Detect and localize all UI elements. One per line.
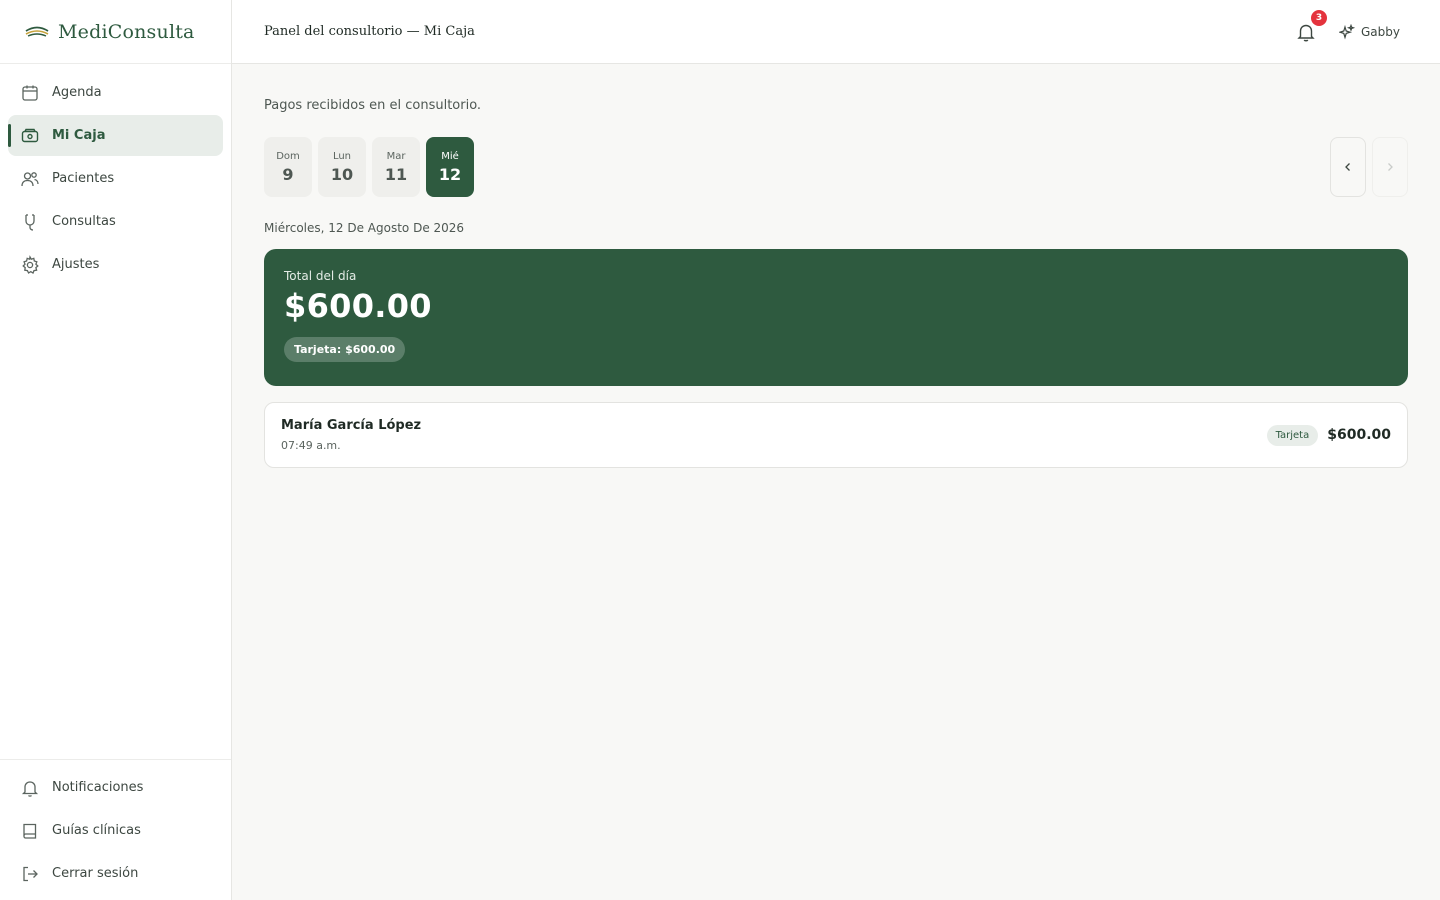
main-area: Panel del consultorio — Mi Caja 3 Gabby [232, 0, 1440, 900]
user-name: Gabby [1361, 24, 1400, 39]
day-selector-row: Dom 9 Lun 10 Mar 11 Mié 12 [264, 137, 1408, 197]
payment-info: María García López 07:49 a.m. [281, 418, 421, 452]
payment-breakdown-pill: Tarjeta: $600.00 [284, 337, 406, 362]
payment-time: 07:49 a.m. [281, 439, 341, 452]
day-selector: Dom 9 Lun 10 Mar 11 Mié 12 [264, 137, 474, 197]
sidebar-item-label: Agenda [52, 85, 102, 100]
chevron-left-icon [1345, 163, 1350, 171]
day-name: Lun [332, 150, 352, 162]
selected-date: Miércoles, 12 De Agosto De 2026 [264, 221, 465, 235]
brand[interactable]: MediConsulta [0, 0, 231, 64]
sidebar-item-pacientes[interactable]: Pacientes [8, 158, 223, 199]
logout-icon [23, 866, 38, 881]
sidebar-nav: Agenda Mi Caja Pacientes Consultas Ajust… [0, 64, 231, 293]
sparkle-icon [1339, 23, 1355, 39]
logo-icon [25, 26, 49, 37]
day-number: 11 [384, 164, 408, 184]
user-menu[interactable]: Gabby [1339, 23, 1400, 40]
wallet-icon [21, 128, 39, 142]
total-value: $600.00 [284, 287, 432, 325]
payment-amount: $600.00 [1327, 427, 1391, 443]
payment-method-badge: Tarjeta [1266, 424, 1319, 446]
day-button-mar[interactable]: Mar 11 [372, 137, 420, 197]
sidebar-item-guias-clinicas[interactable]: Guías clínicas [8, 810, 223, 851]
day-number: 9 [282, 164, 294, 184]
day-name: Mar [386, 150, 406, 162]
week-navigation [1330, 137, 1440, 197]
day-name: Dom [276, 150, 300, 162]
sidebar-item-label: Notificaciones [52, 780, 144, 795]
patient-name: María García López [281, 418, 422, 433]
payment-summary: Tarjeta $600.00 [1266, 424, 1391, 446]
sidebar-item-consultas[interactable]: Consultas [8, 201, 223, 242]
topbar-actions: 3 Gabby [1295, 9, 1400, 43]
sidebar-item-label: Consultas [52, 214, 116, 229]
day-number: 10 [330, 164, 354, 184]
sidebar-item-cerrar-sesion[interactable]: Cerrar sesión [8, 853, 223, 894]
day-number: 12 [438, 164, 462, 184]
gear-icon [22, 254, 39, 274]
sidebar-item-ajustes[interactable]: Ajustes [8, 244, 223, 285]
sidebar-item-label: Pacientes [52, 171, 115, 186]
sidebar-bottom-nav: Notificaciones Guías clínicas Cerrar ses… [0, 759, 231, 900]
bell-icon [21, 780, 39, 797]
sidebar-item-notificaciones[interactable]: Notificaciones [8, 767, 223, 808]
app-root: MediConsulta Agenda Mi Caja Pacientes Co… [0, 0, 1440, 900]
daily-total-card: Total del día $600.00 Tarjeta: $600.00 [264, 249, 1408, 386]
users-icon [21, 171, 39, 186]
sidebar-item-label: Guías clínicas [52, 823, 141, 838]
day-button-mie[interactable]: Mié 12 [426, 137, 474, 197]
topbar: Panel del consultorio — Mi Caja 3 Gabby [232, 0, 1440, 64]
sidebar-item-mi-caja[interactable]: Mi Caja [8, 115, 223, 156]
previous-week-button[interactable] [1330, 137, 1366, 197]
sidebar-item-label: Cerrar sesión [52, 866, 139, 881]
payment-row[interactable]: María García López 07:49 a.m. Tarjeta $6… [264, 402, 1408, 468]
day-button-lun[interactable]: Lun 10 [318, 137, 366, 197]
total-label: Total del día [284, 269, 357, 283]
notification-badge: 3 [1311, 9, 1327, 26]
day-name: Mié [441, 150, 459, 162]
next-week-button[interactable] [1372, 137, 1408, 197]
sidebar-item-label: Mi Caja [52, 128, 106, 143]
sidebar-item-agenda[interactable]: Agenda [8, 72, 223, 113]
chevron-right-icon [1388, 163, 1393, 171]
page-subtitle: Pagos recibidos en el consultorio. [264, 98, 482, 113]
page-title: Panel del consultorio — Mi Caja [264, 24, 475, 39]
sidebar-item-label: Ajustes [52, 257, 100, 272]
notifications-button[interactable]: 3 [1295, 9, 1327, 43]
brand-name: MediConsulta [58, 20, 195, 43]
calendar-icon [22, 85, 38, 101]
stethoscope-icon [25, 213, 35, 231]
day-button-dom[interactable]: Dom 9 [264, 137, 312, 197]
book-icon [23, 823, 37, 839]
sidebar: MediConsulta Agenda Mi Caja Pacientes Co… [0, 0, 232, 900]
content: Pagos recibidos en el consultorio. Dom 9… [232, 64, 1440, 502]
